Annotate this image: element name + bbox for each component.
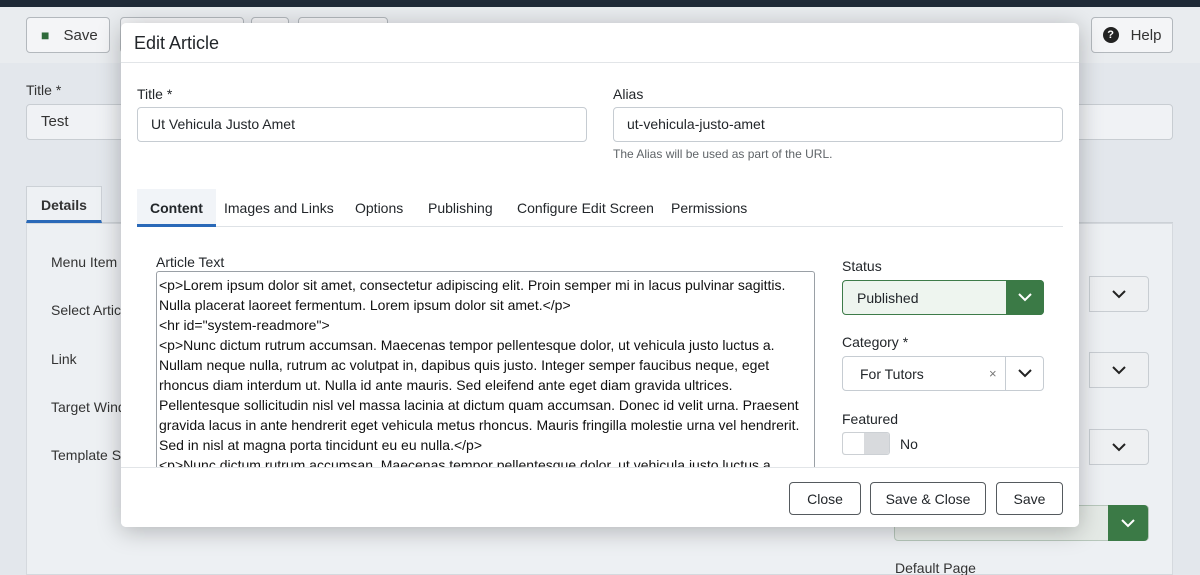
bg-help-button[interactable]: ? Help — [1091, 17, 1173, 53]
chevron-down-icon — [1112, 365, 1126, 374]
category-label: Category * — [842, 334, 909, 350]
bg-field-label: Link — [51, 351, 77, 367]
bg-field-label: Menu Item T — [51, 254, 130, 270]
featured-toggle[interactable] — [842, 432, 890, 455]
bg-field-label: Target Wind — [51, 399, 126, 415]
save-button[interactable]: Save — [996, 482, 1063, 515]
tab-publishing[interactable]: Publishing — [415, 189, 506, 227]
featured-value: No — [900, 436, 918, 452]
close-button[interactable]: Close — [789, 482, 861, 515]
status-value: Published — [857, 290, 919, 306]
bg-select-chevron[interactable] — [1089, 429, 1149, 465]
bg-title-label: Title * — [26, 82, 62, 98]
alias-input[interactable]: ut-vehicula-justo-amet — [613, 107, 1063, 142]
chevron-down-icon — [1108, 505, 1148, 541]
bg-help-label: Help — [1130, 26, 1162, 44]
clear-x-icon[interactable]: × — [989, 366, 997, 381]
category-value: For Tutors — [860, 366, 924, 382]
alias-label: Alias — [613, 86, 644, 102]
tab-options[interactable]: Options — [342, 189, 416, 227]
bg-field-label: Template St — [51, 447, 125, 463]
alias-help-text: The Alias will be used as part of the UR… — [613, 147, 833, 161]
chevron-down-icon — [1006, 280, 1044, 315]
category-select[interactable]: For Tutors × — [842, 356, 1044, 391]
modal-footer: Close Save & Close Save — [121, 467, 1079, 527]
featured-label: Featured — [842, 411, 899, 427]
title-label: Title * — [137, 86, 173, 102]
article-tabs: Content Images and Links Options Publish… — [137, 189, 1063, 227]
chevron-down-icon[interactable] — [1005, 357, 1043, 390]
modal-header: Edit Article — [121, 23, 1079, 63]
status-select[interactable]: Published — [842, 280, 1044, 315]
bg-select-chevron[interactable] — [1089, 276, 1149, 312]
status-label: Status — [842, 258, 882, 274]
top-header-bar — [0, 0, 1200, 7]
toggle-track — [864, 433, 889, 454]
chevron-down-icon — [1112, 442, 1126, 451]
tab-content[interactable]: Content — [137, 189, 216, 227]
floppy-disk-icon: ■ — [41, 27, 50, 43]
bg-default-page-label: Default Page — [895, 560, 976, 575]
article-text-editor[interactable]: <p>Lorem ipsum dolor sit amet, consectet… — [156, 271, 815, 471]
bg-save-button[interactable]: ■ Save — [26, 17, 110, 53]
edit-article-modal: Edit Article Title * Ut Vehicula Justo A… — [121, 23, 1079, 527]
bg-field-label: Select Articl — [51, 302, 125, 318]
bg-save-label: Save — [63, 26, 98, 44]
tab-configure-edit-screen[interactable]: Configure Edit Screen — [504, 189, 667, 227]
bg-tab-details[interactable]: Details — [26, 186, 102, 223]
chevron-down-icon — [1112, 289, 1126, 298]
question-icon: ? — [1102, 27, 1119, 43]
bg-select-chevron[interactable] — [1089, 352, 1149, 388]
modal-title: Edit Article — [134, 33, 220, 53]
toggle-knob — [843, 433, 865, 454]
title-input[interactable]: Ut Vehicula Justo Amet — [137, 107, 587, 142]
save-close-button[interactable]: Save & Close — [870, 482, 986, 515]
article-text-label: Article Text — [156, 254, 225, 270]
tab-images-and-links[interactable]: Images and Links — [211, 189, 347, 227]
tab-permissions[interactable]: Permissions — [658, 189, 760, 227]
